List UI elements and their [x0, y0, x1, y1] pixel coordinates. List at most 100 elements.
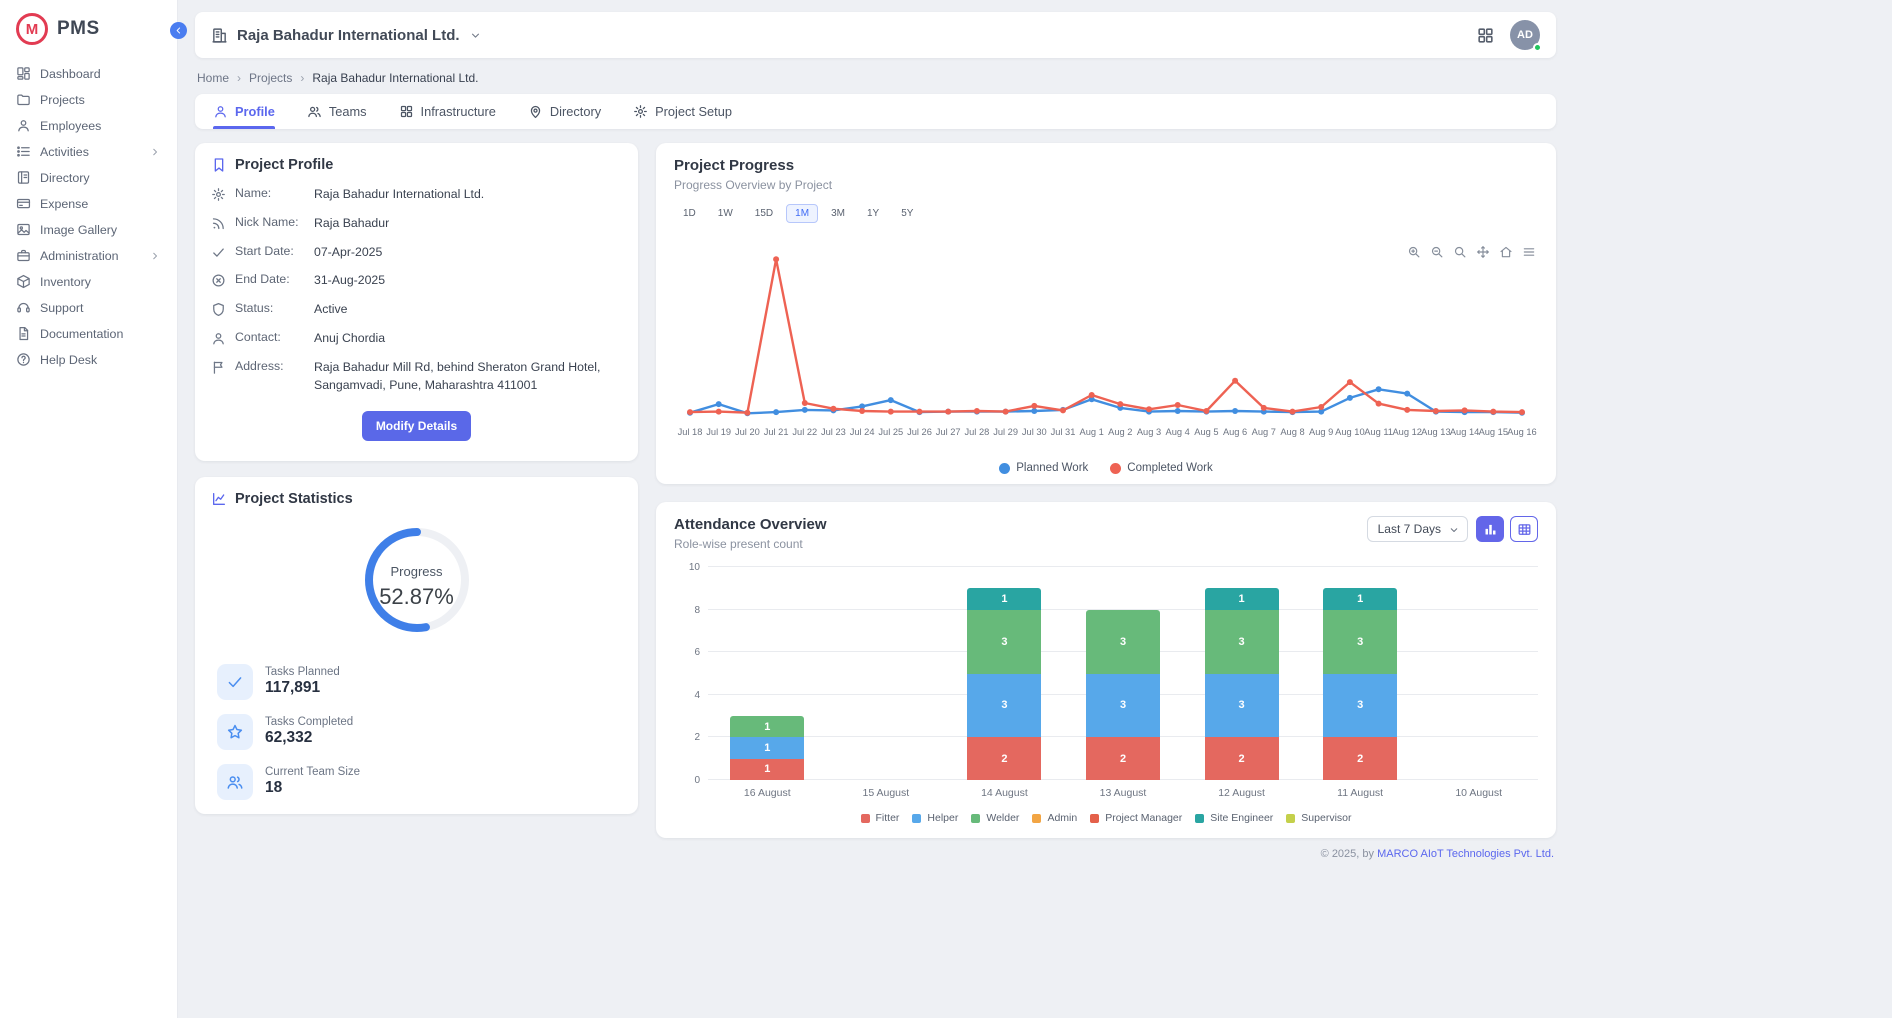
- sidebar-item-dashboard[interactable]: Dashboard: [8, 61, 169, 86]
- svg-text:Jul 19: Jul 19: [706, 427, 731, 437]
- rss-icon: [211, 216, 226, 231]
- modify-details-button[interactable]: Modify Details: [362, 411, 471, 441]
- sidebar-item-directory[interactable]: Directory: [8, 165, 169, 190]
- field-value: Raja Bahadur: [314, 215, 622, 233]
- sidebar-item-administration[interactable]: Administration: [8, 243, 169, 268]
- legend-helper[interactable]: Helper: [912, 812, 958, 824]
- expense-icon: [16, 196, 31, 211]
- field-value: Active: [314, 301, 622, 319]
- apps-grid-icon[interactable]: [1476, 26, 1495, 45]
- breadcrumb-item-home[interactable]: Home: [197, 71, 229, 85]
- company-name: Raja Bahadur International Ltd.: [237, 27, 460, 44]
- sidebar-item-support[interactable]: Support: [8, 295, 169, 320]
- zoom-in-icon[interactable]: [1407, 245, 1421, 259]
- stats-list: Tasks Planned117,891Tasks Completed62,33…: [211, 664, 622, 800]
- selection-zoom-icon[interactable]: [1453, 245, 1467, 259]
- range-button-3m[interactable]: 3M: [822, 204, 854, 223]
- directory-icon: [16, 170, 31, 185]
- sidebar-item-expense[interactable]: Expense: [8, 191, 169, 216]
- legend-project-manager[interactable]: Project Manager: [1090, 812, 1182, 824]
- home-icon[interactable]: [1499, 245, 1513, 259]
- sidebar-item-label: Help Desk: [40, 353, 97, 367]
- check-icon: [226, 673, 244, 691]
- date-range-select-value: Last 7 Days: [1378, 522, 1441, 536]
- stat-label: Current Team Size: [265, 766, 360, 778]
- sidebar-collapse-button[interactable]: [170, 22, 187, 39]
- tab-project-setup[interactable]: Project Setup: [633, 94, 732, 129]
- range-button-1y[interactable]: 1Y: [858, 204, 888, 223]
- legend-admin[interactable]: Admin: [1032, 812, 1077, 824]
- profile-tab-icon: [213, 104, 228, 119]
- footer-company-link[interactable]: MARCO AIoT Technologies Pvt. Ltd.: [1377, 848, 1554, 860]
- zoom-out-icon[interactable]: [1430, 245, 1444, 259]
- tab-label: Profile: [235, 104, 275, 119]
- range-button-1m[interactable]: 1M: [786, 204, 818, 223]
- legend-welder[interactable]: Welder: [971, 812, 1019, 824]
- legend-supervisor[interactable]: Supervisor: [1286, 812, 1351, 824]
- project-setup-tab-icon: [633, 104, 648, 119]
- legend-label: Planned Work: [1016, 462, 1088, 474]
- sidebar-item-label: Documentation: [40, 327, 123, 341]
- pan-icon[interactable]: [1476, 245, 1490, 259]
- attendance-chart-subtitle: Role-wise present count: [674, 537, 827, 551]
- footer-copyright: © 2025, by: [1321, 848, 1374, 860]
- sidebar-nav: DashboardProjectsEmployeesActivitiesDire…: [0, 57, 177, 376]
- sidebar-item-image-gallery[interactable]: Image Gallery: [8, 217, 169, 242]
- field-value: 07-Apr-2025: [314, 244, 622, 262]
- company-selector[interactable]: Raja Bahadur International Ltd.: [211, 27, 482, 44]
- tab-directory[interactable]: Directory: [528, 94, 601, 129]
- tab-profile[interactable]: Profile: [213, 94, 275, 129]
- svg-text:Jul 28: Jul 28: [964, 427, 989, 437]
- chart-toolbar: [1407, 245, 1536, 259]
- profile-field-end-date: End Date:31-Aug-2025: [211, 272, 622, 290]
- tab-teams[interactable]: Teams: [307, 94, 367, 129]
- legend-swatch: [1195, 814, 1204, 823]
- bar-segment-fitter: 2: [1086, 737, 1160, 780]
- legend-completed-work[interactable]: Completed Work: [1110, 462, 1212, 474]
- bar-16-august: 111: [730, 716, 804, 780]
- sidebar-item-projects[interactable]: Projects: [8, 87, 169, 112]
- svg-text:Aug 5: Aug 5: [1194, 427, 1218, 437]
- table-view-button[interactable]: [1510, 516, 1538, 542]
- grid-line: [708, 566, 1538, 567]
- svg-text:Jul 27: Jul 27: [936, 427, 961, 437]
- menu-icon[interactable]: [1522, 245, 1536, 259]
- legend-label: Supervisor: [1301, 812, 1351, 824]
- svg-text:Aug 12: Aug 12: [1392, 427, 1421, 437]
- sidebar-item-employees[interactable]: Employees: [8, 113, 169, 138]
- range-button-5y[interactable]: 5Y: [892, 204, 922, 223]
- profile-field-address: Address:Raja Bahadur Mill Rd, behind She…: [211, 359, 622, 395]
- bar-12-august: 2331: [1205, 588, 1279, 780]
- project-progress-card: Project Progress Progress Overview by Pr…: [656, 143, 1556, 484]
- sidebar-item-documentation[interactable]: Documentation: [8, 321, 169, 346]
- legend-planned-work[interactable]: Planned Work: [999, 462, 1088, 474]
- svg-text:Jul 24: Jul 24: [850, 427, 875, 437]
- chevron-left-icon: [173, 25, 184, 36]
- activities-icon: [16, 144, 31, 159]
- logo[interactable]: M PMS: [0, 0, 177, 57]
- field-label: Status:: [235, 301, 305, 315]
- gear-icon: [211, 187, 226, 202]
- tab-infrastructure[interactable]: Infrastructure: [399, 94, 496, 129]
- range-button-1d[interactable]: 1D: [674, 204, 705, 223]
- legend-fitter[interactable]: Fitter: [861, 812, 900, 824]
- sidebar-item-help-desk[interactable]: Help Desk: [8, 347, 169, 372]
- star-icon: [226, 723, 244, 741]
- svg-text:Jul 31: Jul 31: [1051, 427, 1076, 437]
- user-avatar[interactable]: AD: [1510, 20, 1540, 50]
- legend-site-engineer[interactable]: Site Engineer: [1195, 812, 1273, 824]
- bar-chart-view-button[interactable]: [1476, 516, 1504, 542]
- image-gallery-icon: [16, 222, 31, 237]
- range-button-1w[interactable]: 1W: [709, 204, 742, 223]
- y-tick-label: 10: [674, 562, 700, 573]
- svg-text:Aug 11: Aug 11: [1364, 427, 1393, 437]
- breadcrumb-item-projects[interactable]: Projects: [249, 71, 292, 85]
- legend-label: Admin: [1047, 812, 1077, 824]
- bar-segment-helper: 3: [967, 674, 1041, 738]
- range-button-15d[interactable]: 15D: [746, 204, 782, 223]
- date-range-select[interactable]: Last 7 Days: [1367, 516, 1468, 542]
- sidebar-item-inventory[interactable]: Inventory: [8, 269, 169, 294]
- sidebar-item-activities[interactable]: Activities: [8, 139, 169, 164]
- support-icon: [16, 300, 31, 315]
- bar-segment-site-engineer: 1: [1205, 588, 1279, 609]
